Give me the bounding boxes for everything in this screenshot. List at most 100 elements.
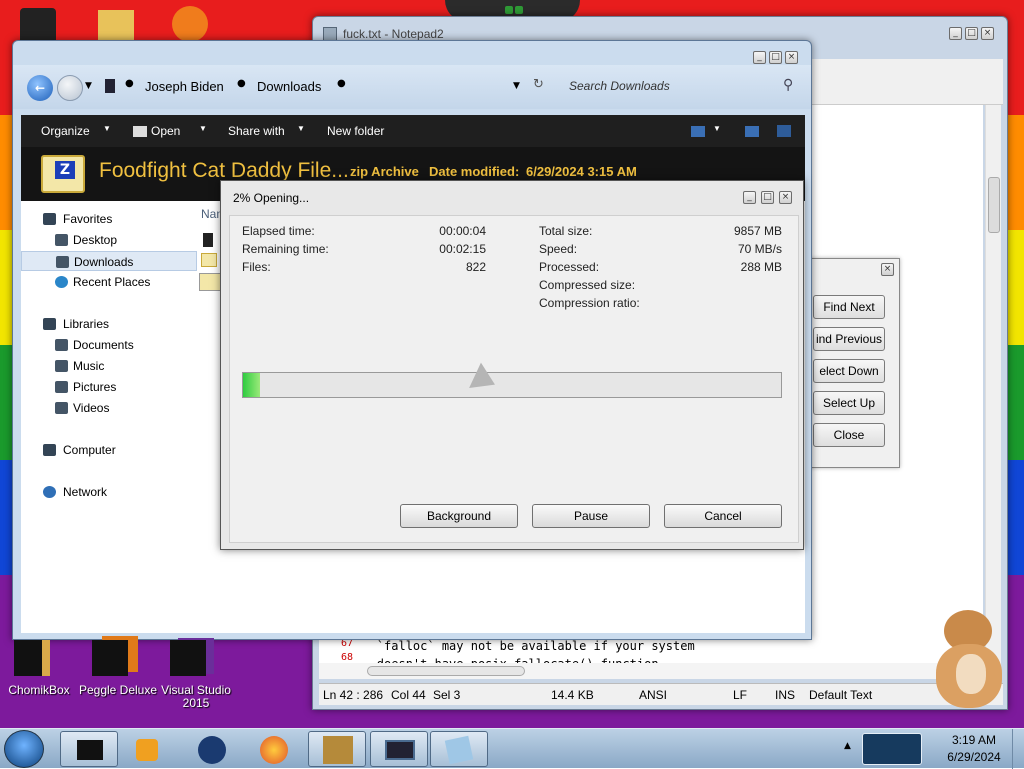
desktop-icon-label: Peggle Deluxe xyxy=(78,683,158,697)
nav-item-computer[interactable]: Computer xyxy=(21,440,197,460)
minimize-icon[interactable]: _ xyxy=(949,27,962,40)
minimize-icon[interactable]: _ xyxy=(753,51,766,64)
date-label: Date modified: xyxy=(429,164,520,179)
status-line: Ln 42 : 286 xyxy=(323,688,384,702)
maximize-icon[interactable]: □ xyxy=(965,27,978,40)
maximize-icon[interactable]: □ xyxy=(769,51,782,64)
close-button[interactable]: Close xyxy=(813,423,885,447)
tray-app-icon[interactable] xyxy=(862,733,922,765)
notepad-title: fuck.txt - Notepad2 xyxy=(343,27,444,41)
chevron-down-icon[interactable]: ▼ xyxy=(713,124,721,133)
start-button[interactable] xyxy=(4,730,44,768)
select-up-button[interactable]: Select Up xyxy=(813,391,885,415)
nav-label: Downloads xyxy=(74,255,134,269)
nav-label: Libraries xyxy=(63,317,110,331)
nav-label: Music xyxy=(73,359,105,373)
desktop-icon-black[interactable] xyxy=(20,8,56,44)
favorites-header[interactable]: Favorites xyxy=(21,209,197,229)
chevron-down-icon[interactable]: ▼ xyxy=(199,124,207,133)
view-icon[interactable] xyxy=(691,126,705,137)
nav-item-pictures[interactable]: Pictures xyxy=(21,377,197,397)
cancel-button[interactable]: Cancel xyxy=(664,504,782,528)
minimize-icon[interactable]: _ xyxy=(743,191,756,204)
back-icon[interactable]: ← xyxy=(27,75,53,101)
organize-button[interactable]: Organize xyxy=(41,124,90,138)
taskbar-app-black[interactable] xyxy=(60,731,118,767)
chevron-down-icon[interactable]: ▼ xyxy=(85,81,92,91)
status-bar: Ln 42 : 286 Col 44 Sel 3 14.4 KB ANSI LF… xyxy=(319,683,1003,705)
firefox-icon[interactable] xyxy=(246,731,304,767)
taskbar-chomikbox[interactable] xyxy=(308,731,366,767)
close-icon[interactable]: × xyxy=(779,191,792,204)
nav-label: Recent Places xyxy=(73,275,151,289)
search-input[interactable]: Search Downloads xyxy=(569,79,670,93)
select-down-button[interactable]: elect Down xyxy=(813,359,885,383)
chevron-down-icon[interactable]: ▼ xyxy=(103,124,111,133)
taskbar-app-orb[interactable] xyxy=(182,731,240,767)
downloads-icon xyxy=(56,256,69,268)
tray-arrow-icon[interactable]: ▲ xyxy=(844,741,851,751)
navigation-pane: Favorites Desktop Downloads Recent Place… xyxy=(21,201,197,633)
forward-icon[interactable] xyxy=(57,75,83,101)
background-button[interactable]: Background xyxy=(400,504,518,528)
nav-item-desktop[interactable]: Desktop xyxy=(21,230,197,250)
chevron-down-icon[interactable]: ▼ xyxy=(513,81,520,91)
share-with-button[interactable]: Share with xyxy=(228,124,285,138)
remaining-value: 00:02:15 xyxy=(439,242,486,256)
file-icon[interactable] xyxy=(203,233,213,247)
close-icon[interactable]: × xyxy=(881,263,894,276)
nav-item-network[interactable]: Network xyxy=(21,482,197,502)
close-icon[interactable]: × xyxy=(785,51,798,64)
pause-button[interactable]: Pause xyxy=(532,504,650,528)
chevron-down-icon[interactable]: ▼ xyxy=(297,124,305,133)
help-icon[interactable] xyxy=(777,125,791,137)
peggle-icon[interactable] xyxy=(92,640,128,676)
nav-item-downloads[interactable]: Downloads xyxy=(21,251,197,271)
date-value: 6/29/2024 3:15 AM xyxy=(526,164,637,179)
find-next-button[interactable]: Find Next xyxy=(813,295,885,319)
open-button[interactable]: Open xyxy=(151,124,180,138)
taskbar-media-player[interactable] xyxy=(118,731,176,767)
compressed-size-label: Compressed size: xyxy=(539,278,636,292)
nav-item-music[interactable]: Music xyxy=(21,356,197,376)
maximize-icon[interactable]: □ xyxy=(761,191,774,204)
nav-item-documents[interactable]: Documents xyxy=(21,335,197,355)
nav-item-videos[interactable]: Videos xyxy=(21,398,197,418)
scroll-thumb[interactable] xyxy=(988,177,1000,233)
horizontal-scrollbar[interactable] xyxy=(319,663,983,679)
breadcrumb-sep-icon: ● xyxy=(125,78,134,89)
breadcrumb-item[interactable]: Downloads xyxy=(257,79,321,94)
nav-label: Network xyxy=(63,485,108,499)
clock-date[interactable]: 6/29/2024 xyxy=(940,750,1008,764)
find-dialog[interactable]: × Find Next ind Previous elect Down Sele… xyxy=(804,258,900,468)
desktop-icon-label: ChomikBox xyxy=(8,683,70,697)
taskbar-notepad[interactable] xyxy=(430,731,488,767)
chomikbox-icon[interactable] xyxy=(14,640,50,676)
hscroll-thumb[interactable] xyxy=(367,666,525,676)
breadcrumb-item[interactable]: Joseph Biden xyxy=(145,79,224,94)
taskbar-explorer[interactable] xyxy=(370,731,428,767)
network-icon xyxy=(43,486,56,498)
find-previous-button[interactable]: ind Previous xyxy=(813,327,885,351)
zip-file-icon[interactable] xyxy=(199,273,221,291)
computer-icon xyxy=(43,444,56,456)
show-desktop-button[interactable] xyxy=(1012,729,1024,769)
zip-file-icon[interactable] xyxy=(201,253,217,267)
refresh-icon[interactable]: ↻ xyxy=(533,77,544,92)
nav-item-recent[interactable]: Recent Places xyxy=(21,272,197,292)
nav-label: Favorites xyxy=(63,212,113,226)
extract-progress-dialog[interactable]: 2% Opening... _ □ × Elapsed time: 00:00:… xyxy=(220,180,804,550)
new-folder-button[interactable]: New folder xyxy=(327,124,384,138)
breadcrumb-sep-icon: ● xyxy=(337,78,346,89)
status-size: 14.4 KB xyxy=(551,688,594,702)
preview-pane-icon[interactable] xyxy=(745,126,759,137)
visual-studio-icon[interactable] xyxy=(170,640,206,676)
libraries-header[interactable]: Libraries xyxy=(21,314,197,334)
clock-time[interactable]: 3:19 AM xyxy=(944,733,1004,747)
vertical-scrollbar[interactable] xyxy=(985,105,1001,679)
search-icon[interactable]: ⚲ xyxy=(783,77,793,93)
desktop-icon-orange[interactable] xyxy=(172,6,208,42)
close-icon[interactable]: × xyxy=(981,27,994,40)
total-size-label: Total size: xyxy=(539,224,593,238)
progress-bar-fill xyxy=(243,373,261,397)
